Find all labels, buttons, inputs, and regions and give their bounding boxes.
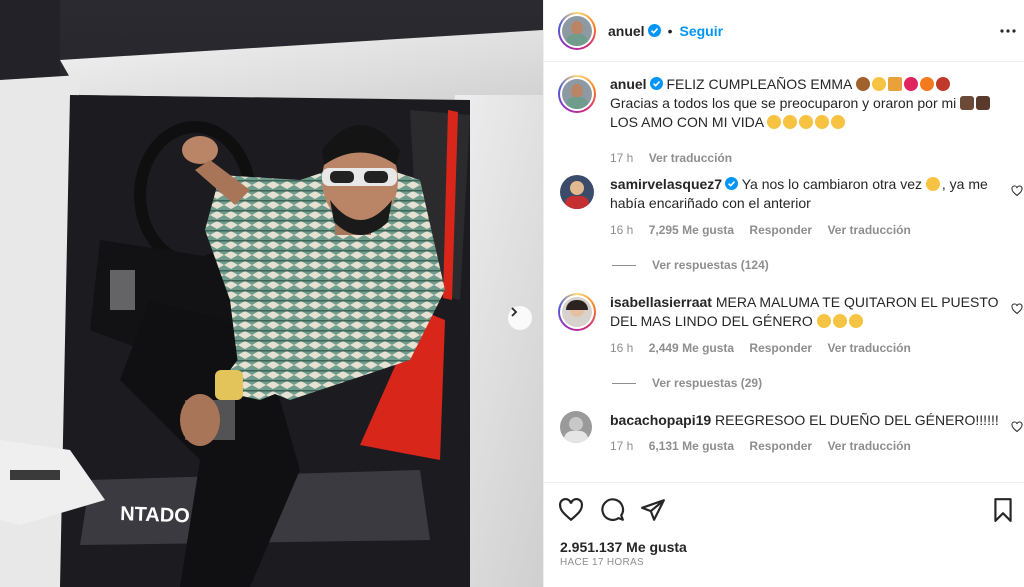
commenter-avatar [562,297,592,327]
heart-icon[interactable] [1011,185,1023,197]
joy-emoji-icon [848,314,863,328]
caption-line-2: Gracias a todos los que se preocuparon y… [610,95,957,111]
post-time: HACE 17 HORAS [560,557,644,568]
post-side-panel: anuel • Seguir anuel FELIZ CUMPLEAÑOS EM… [543,0,1024,587]
author-username[interactable]: anuel [608,23,645,39]
verified-badge-icon [725,177,739,190]
comment-icon[interactable] [599,497,625,523]
devil-emoji-icon [935,77,950,91]
view-replies-link[interactable]: Ver respuestas (124) [612,258,769,272]
worried-face-emoji-icon [925,177,940,191]
cake-emoji-icon [855,77,870,91]
more-options-icon[interactable] [999,22,1017,40]
translate-link[interactable]: Ver traducción [827,223,910,237]
commenter-username[interactable]: samirvelasquez7 [610,176,722,192]
comment-meta: 16 h 7,295 Me gusta Responder Ver traduc… [610,223,923,237]
caption-line-1: FELIZ CUMPLEAÑOS EMMA [666,76,852,92]
caption-meta: 17 h Ver traducción [610,151,744,165]
view-replies-label: Ver respuestas (124) [652,258,769,272]
verified-badge-icon [649,77,663,90]
joy-emoji-icon [832,314,847,328]
chevron-right-icon [511,307,518,317]
comment-item: isabellasierraat MERA MALUMA TE QUITARON… [558,293,1023,403]
commenter-avatar[interactable] [560,411,592,443]
post-header: anuel • Seguir [544,0,1024,62]
comment-meta: 16 h 2,449 Me gusta Responder Ver traduc… [610,341,923,355]
yum-emoji-icon [831,115,846,129]
comment-text: isabellasierraat MERA MALUMA TE QUITARON… [610,293,1005,331]
author-avatar [562,15,592,46]
separator-dot: • [667,22,673,39]
caption-avatar [562,79,592,109]
party-popper-emoji-icon [887,77,902,91]
replies-line [612,383,636,385]
family-emoji-icon [976,96,991,110]
translate-link[interactable]: Ver traducción [827,439,910,453]
reply-link[interactable]: Responder [749,439,812,453]
post-actions: 2.951.137 Me gusta HACE 17 HORAS [544,482,1024,587]
comment-time[interactable]: 17 h [610,439,633,453]
caption-username[interactable]: anuel [610,76,647,92]
heart-icon[interactable] [1011,421,1023,433]
caption: anuel FELIZ CUMPLEAÑOS EMMA Gracias a to… [558,75,1013,165]
comment-likes[interactable]: 6,131 Me gusta [649,439,734,453]
fire-emoji-icon [919,77,934,91]
comment-text: bacachopapi19 REEGRESOO EL DUEÑO DEL GÉN… [610,411,1005,430]
red-heart-emoji-icon [903,77,918,91]
comment-likes[interactable]: 2,449 Me gusta [649,341,734,355]
verified-badge-icon [647,24,661,37]
kiss-emoji-icon [799,115,814,129]
comment-text: samirvelasquez7 Ya nos lo cambiaron otra… [610,175,1005,213]
view-replies-link[interactable]: Ver respuestas (29) [612,376,762,390]
joy-emoji-icon [816,314,831,328]
replies-line [612,265,636,267]
heart-eyes-emoji-icon [767,115,782,129]
heart-eyes-emoji-icon [783,115,798,129]
comment-text-content: REEGRESOO EL DUEÑO DEL GÉNERO!!!!!! [715,412,999,428]
reply-link[interactable]: Responder [749,341,812,355]
comments-list[interactable]: anuel FELIZ CUMPLEAÑOS EMMA Gracias a to… [544,63,1024,481]
view-replies-label: Ver respuestas (29) [652,376,763,390]
caption-time[interactable]: 17 h [610,151,633,165]
caption-avatar-ring[interactable] [558,75,596,113]
praying-hands-emoji-icon [960,96,975,110]
photo-illustration: NTADO [0,0,543,587]
commenter-username[interactable]: isabellasierraat [610,294,712,310]
comment-time[interactable]: 16 h [610,223,633,237]
comment-item: bacachopapi19 REEGRESOO EL DUEÑO DEL GÉN… [558,411,1023,481]
commenter-username[interactable]: bacachopapi19 [610,412,711,428]
likes-count[interactable]: 2.951.137 Me gusta [560,539,687,555]
commenter-avatar[interactable] [560,175,594,209]
heart-icon[interactable] [1011,303,1023,315]
post-photo[interactable]: NTADO [0,0,543,587]
caption-text: anuel FELIZ CUMPLEAÑOS EMMA Gracias a to… [610,75,1005,132]
comment-item: samirvelasquez7 Ya nos lo cambiaron otra… [558,175,1023,285]
commenter-avatar-ring[interactable] [558,293,596,331]
next-photo-button[interactable] [508,306,532,330]
caption-translate-link[interactable]: Ver traducción [649,151,732,165]
kiss-emoji-icon [815,115,830,129]
author-avatar-ring[interactable] [558,11,596,50]
follow-button[interactable]: Seguir [679,23,723,39]
svg-text:NTADO: NTADO [120,503,190,527]
instagram-post-modal: NTADO anuel • Seguir anuel FELIZ CUMPLEA… [0,0,1024,587]
comment-time[interactable]: 16 h [610,341,633,355]
share-icon[interactable] [640,497,666,523]
translate-link[interactable]: Ver traducción [827,341,910,355]
bookmark-icon[interactable] [990,497,1016,523]
comment-text-part-a: Ya nos lo cambiaron otra vez [741,176,922,192]
heart-icon[interactable] [558,497,584,523]
caption-line-3: LOS AMO CON MI VIDA [610,114,764,130]
party-face-emoji-icon [871,77,886,91]
comment-likes[interactable]: 7,295 Me gusta [649,223,734,237]
comment-meta: 17 h 6,131 Me gusta Responder Ver traduc… [610,439,923,453]
reply-link[interactable]: Responder [749,223,812,237]
